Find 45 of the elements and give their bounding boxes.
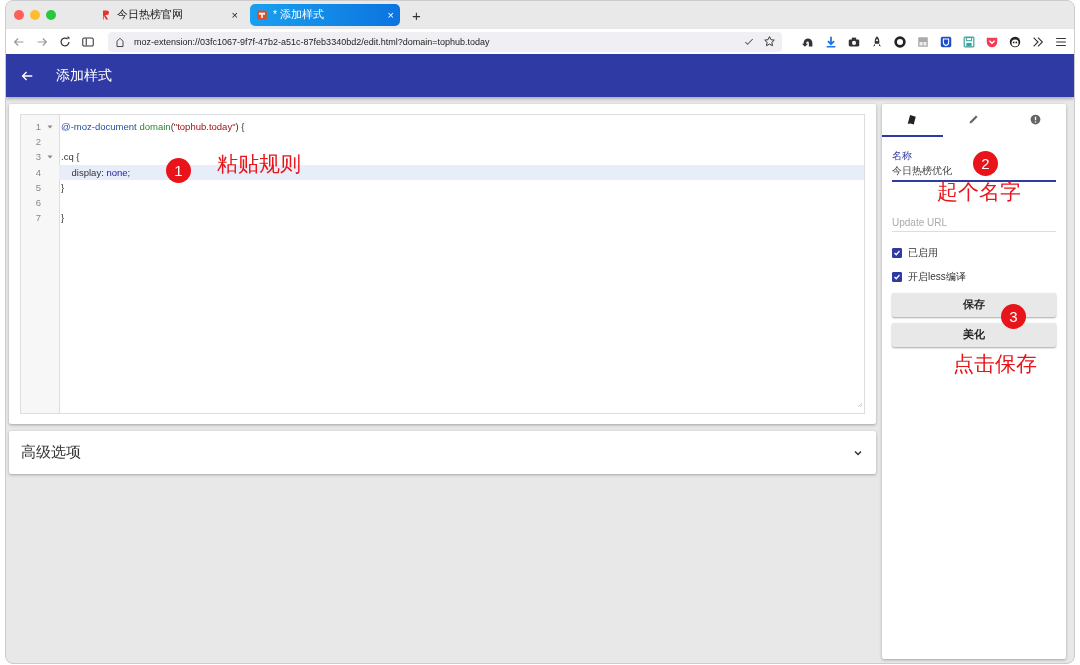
chevrons-right-icon[interactable]: [1031, 34, 1045, 49]
download-icon[interactable]: [824, 34, 838, 49]
action-button[interactable]: 美化: [892, 323, 1056, 347]
annotation-text: 点击保存: [953, 351, 1037, 377]
url-text: moz-extension://03fc1067-9f7f-47b2-a51c-87feb3340bd2/edit.html?domain=tophub.today: [134, 36, 491, 47]
checkbox-label: 已启用: [908, 246, 938, 260]
line-number: 5: [34, 181, 41, 193]
ring-icon[interactable]: [893, 34, 907, 49]
page-icon: [114, 35, 126, 48]
panel-title: 高级选项: [21, 443, 81, 462]
tab-title: 今日热榜官网: [117, 8, 184, 22]
code-line: }: [61, 181, 65, 193]
code-line: .cq {: [61, 151, 80, 163]
code-line: }: [61, 212, 65, 224]
sidebar-icon[interactable]: [81, 34, 95, 49]
browser-tab[interactable]: 今日热榜官网 ×: [94, 4, 244, 26]
bookmark-star-icon[interactable]: [763, 35, 776, 48]
line-number: 1: [34, 121, 41, 133]
toolbox-icon: [256, 9, 268, 21]
line-number: 4: [34, 166, 41, 178]
reload-icon[interactable]: [58, 34, 72, 49]
line-number: 7: [34, 212, 41, 224]
code-line: display: none;: [70, 166, 131, 178]
line-number: 6: [34, 197, 41, 209]
tab-title: * 添加样式: [273, 8, 325, 22]
address-bar[interactable]: moz-extension://03fc1067-9f7f-47b2-a51c-87feb3340bd2/edit.html?domain=tophub.today: [108, 31, 782, 52]
close-tab-button[interactable]: ×: [387, 9, 394, 21]
annotation-text: 起个名字: [937, 179, 1021, 205]
browser-tab[interactable]: * 添加样式 ×: [250, 4, 400, 26]
letter-logo-icon: [100, 9, 112, 21]
advanced-options-panel[interactable]: 高级选项: [9, 431, 876, 474]
annotation-text: 粘贴规则: [217, 151, 301, 177]
checkbox[interactable]: [892, 272, 902, 282]
checkbox-label: 开启less编译: [908, 270, 966, 284]
close-tab-button[interactable]: ×: [231, 9, 238, 21]
line-number: 3: [34, 151, 41, 163]
page-title: 添加样式: [56, 66, 112, 85]
checkbox[interactable]: [892, 248, 902, 258]
panda-icon[interactable]: [1008, 34, 1022, 49]
line-number: 2: [34, 136, 41, 148]
new-tab-button[interactable]: +: [406, 5, 427, 25]
shield-icon[interactable]: [939, 34, 953, 49]
exclamation-icon: [1028, 113, 1042, 126]
code-line: @-moz-document domain("tophub.today") {: [61, 121, 245, 133]
resize-grip-icon[interactable]: [855, 400, 863, 408]
